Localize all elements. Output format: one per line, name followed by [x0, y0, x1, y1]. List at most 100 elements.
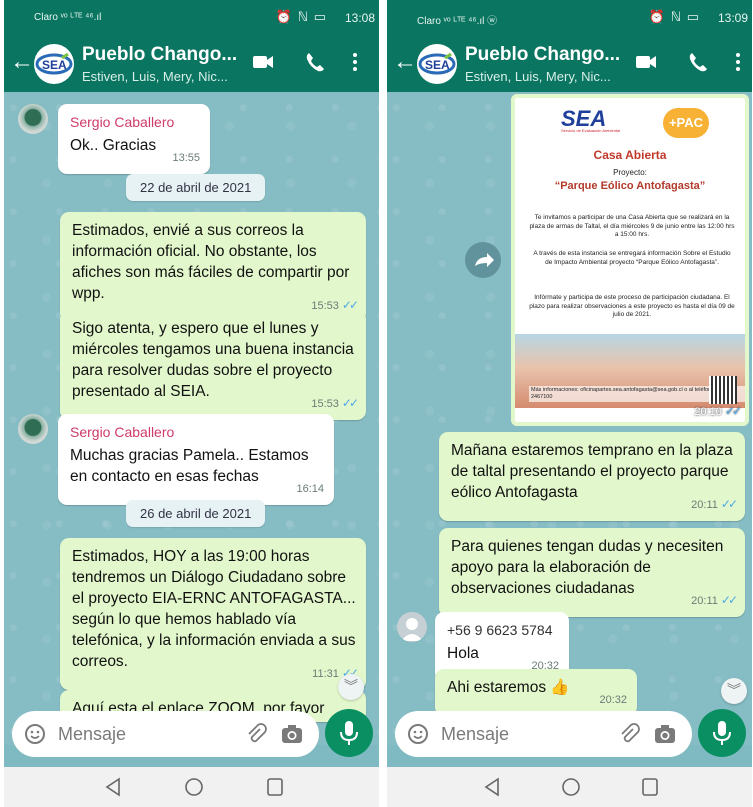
left-phone-screen: Claro ᵛᵒ ᴸᵀᴱ ⁴⁶.ıl ⏰ ℕ ▭ 13:08 ← SEA Pue…: [4, 0, 379, 807]
message-text: Estimados, HOY a las 19:00 horas tendrem…: [72, 548, 356, 670]
nav-recents-icon[interactable]: [266, 777, 284, 797]
message-time: 11:31: [312, 668, 339, 680]
nav-recents-icon[interactable]: [641, 777, 659, 797]
microphone-icon: [713, 721, 731, 745]
status-icons: ⏰ ℕ ▭: [648, 9, 700, 24]
poster-project-label: Proyecto:: [613, 168, 647, 177]
message-meta: 20:11 ✓✓: [691, 590, 738, 612]
carrier-label: Claro ᵛᵒ ᴸᵀᴱ ⁴⁶.ıl: [34, 12, 102, 23]
message-bubble-outgoing[interactable]: Sigo atenta, y espero que el lunes y mié…: [60, 310, 366, 420]
read-receipt-icon: ✓✓: [724, 404, 742, 418]
message-text: Mañana estaremos temprano en la plaza de…: [451, 442, 733, 501]
message-meta: 20:11 ✓✓: [691, 494, 738, 516]
system-nav-bar: [387, 767, 752, 807]
message-text: Ahi estaremos 👍: [447, 679, 570, 696]
chat-header: ← SEA Pueblo Chango... Estiven, Luis, Me…: [4, 36, 379, 92]
attach-icon[interactable]: [618, 723, 640, 745]
message-bubble-outgoing[interactable]: Estimados, envié a sus correos la inform…: [60, 212, 366, 322]
emoji-icon[interactable]: [407, 723, 429, 745]
more-options-icon[interactable]: [350, 51, 360, 73]
clock: 13:09: [717, 11, 748, 25]
camera-icon[interactable]: [654, 724, 676, 744]
message-input-placeholder[interactable]: Mensaje: [58, 724, 126, 745]
message-bubble-incoming[interactable]: Sergio Caballero Ok.. Gracias 13:55: [58, 104, 210, 174]
emoji-icon[interactable]: [24, 723, 46, 745]
message-text: Ok.. Gracias: [70, 137, 157, 154]
voice-call-icon[interactable]: [687, 51, 709, 73]
poster-title: Casa Abierta: [593, 148, 667, 162]
read-receipt-icon: ✓✓: [720, 497, 738, 511]
attach-icon[interactable]: [245, 723, 267, 745]
system-nav-bar: [4, 767, 379, 807]
message-input-box[interactable]: Mensaje: [12, 711, 319, 757]
group-avatar[interactable]: SEA: [417, 44, 457, 84]
message-input-placeholder[interactable]: Mensaje: [441, 724, 509, 745]
nav-back-icon[interactable]: [483, 777, 501, 797]
status-icons: ⏰ ℕ ▭: [275, 9, 327, 24]
poster-paragraph: Infórmate y participa de este proceso de…: [529, 294, 735, 318]
default-user-icon: [401, 618, 423, 641]
voice-record-button[interactable]: [325, 709, 373, 757]
group-avatar[interactable]: SEA: [34, 44, 74, 84]
back-arrow-icon[interactable]: ←: [393, 50, 417, 74]
message-time: 15:53: [311, 398, 339, 410]
message-time: 20:11: [691, 499, 718, 511]
message-meta: 15:53 ✓✓: [311, 393, 359, 415]
video-call-icon[interactable]: [635, 51, 657, 73]
read-receipt-icon: ✓✓: [720, 593, 738, 607]
sea-logo: SEA: [561, 106, 607, 131]
message-text: Para quienes tengan dudas y necesiten ap…: [451, 538, 724, 597]
message-bubble-incoming[interactable]: Sergio Caballero Muchas gracias Pamela..…: [58, 414, 334, 505]
status-bar: Claro ᵛᵒ ᴸᵀᴱ ⁴⁶.ıl ⏰ ℕ ▭ 13:08: [4, 0, 379, 36]
message-bubble-outgoing[interactable]: Mañana estaremos temprano en la plaza de…: [439, 432, 745, 521]
sea-logo-icon: SEA: [418, 52, 456, 75]
more-options-icon[interactable]: [733, 51, 743, 73]
voice-call-icon[interactable]: [304, 51, 326, 73]
message-text: Estimados, envié a sus correos la inform…: [72, 222, 350, 302]
chat-title[interactable]: Pueblo Chango...: [465, 44, 620, 66]
nav-back-icon[interactable]: [104, 777, 122, 797]
poster-paragraph: A través de esta instancia se entregará …: [533, 250, 731, 266]
svg-text:SEA: SEA: [42, 58, 67, 72]
qr-code: [709, 376, 737, 404]
date-separator: 26 de abril de 2021: [126, 500, 266, 527]
message-text: Sigo atenta, y espero que el lunes y mié…: [72, 320, 354, 400]
message-list[interactable]: Sergio Caballero Ok.. Gracias 13:55 22 d…: [4, 92, 379, 745]
sender-avatar[interactable]: [397, 612, 427, 642]
read-receipt-icon: ✓✓: [341, 396, 359, 410]
nav-home-icon[interactable]: [184, 777, 204, 797]
voice-record-button[interactable]: [698, 709, 746, 757]
status-bar: Claro ᵛᵒ ᴸᵀᴱ ⁴⁶.ıl ⓦ ⏰ ℕ ▭ 13:09: [387, 0, 752, 36]
message-bubble-outgoing[interactable]: Para quienes tengan dudas y necesiten ap…: [439, 528, 745, 617]
forward-button[interactable]: [465, 242, 501, 278]
composer: Mensaje: [4, 705, 379, 767]
sea-logo-icon: SEA: [35, 52, 73, 75]
pac-logo: +PAC: [663, 108, 709, 138]
right-phone-screen: Claro ᵛᵒ ᴸᵀᴱ ⁴⁶.ıl ⓦ ⏰ ℕ ▭ 13:09 ← SEA P…: [387, 0, 752, 807]
svg-text:SEA: SEA: [425, 58, 450, 72]
video-call-icon[interactable]: [252, 51, 274, 73]
message-time: 13:55: [172, 152, 200, 164]
carrier-label: Claro ᵛᵒ ᴸᵀᴱ ⁴⁶.ıl ⓦ: [417, 16, 498, 27]
chat-title[interactable]: Pueblo Chango...: [82, 44, 237, 66]
camera-icon[interactable]: [281, 724, 303, 744]
message-bubble-outgoing[interactable]: Estimados, HOY a las 19:00 horas tendrem…: [60, 538, 366, 690]
scroll-to-bottom-button[interactable]: ︾: [721, 678, 747, 704]
message-text: Hola: [447, 645, 479, 662]
poster-project-name: “Parque Eólico Antofagasta”: [554, 180, 706, 192]
message-time: 20:10 ✓✓: [694, 404, 742, 418]
message-list[interactable]: SEA Servicio de Evaluación Ambiental +PA…: [387, 92, 752, 745]
sender-avatar[interactable]: [18, 414, 48, 444]
chat-participants[interactable]: Estiven, Luis, Mery, Nic...: [465, 69, 611, 84]
date-separator: 22 de abril de 2021: [126, 174, 266, 201]
scroll-to-bottom-button[interactable]: ︾: [338, 674, 364, 700]
image-message-poster[interactable]: SEA Servicio de Evaluación Ambiental +PA…: [511, 94, 749, 426]
sender-avatar[interactable]: [18, 104, 48, 134]
chat-participants[interactable]: Estiven, Luis, Mery, Nic...: [82, 69, 228, 84]
back-arrow-icon[interactable]: ←: [10, 50, 34, 74]
message-input-box[interactable]: Mensaje: [395, 711, 692, 757]
sender-name: Sergio Caballero: [70, 114, 175, 130]
sender-phone: +56 9 6623 5784: [447, 622, 553, 638]
message-text: Muchas gracias Pamela.. Estamos en conta…: [70, 447, 309, 485]
nav-home-icon[interactable]: [561, 777, 581, 797]
